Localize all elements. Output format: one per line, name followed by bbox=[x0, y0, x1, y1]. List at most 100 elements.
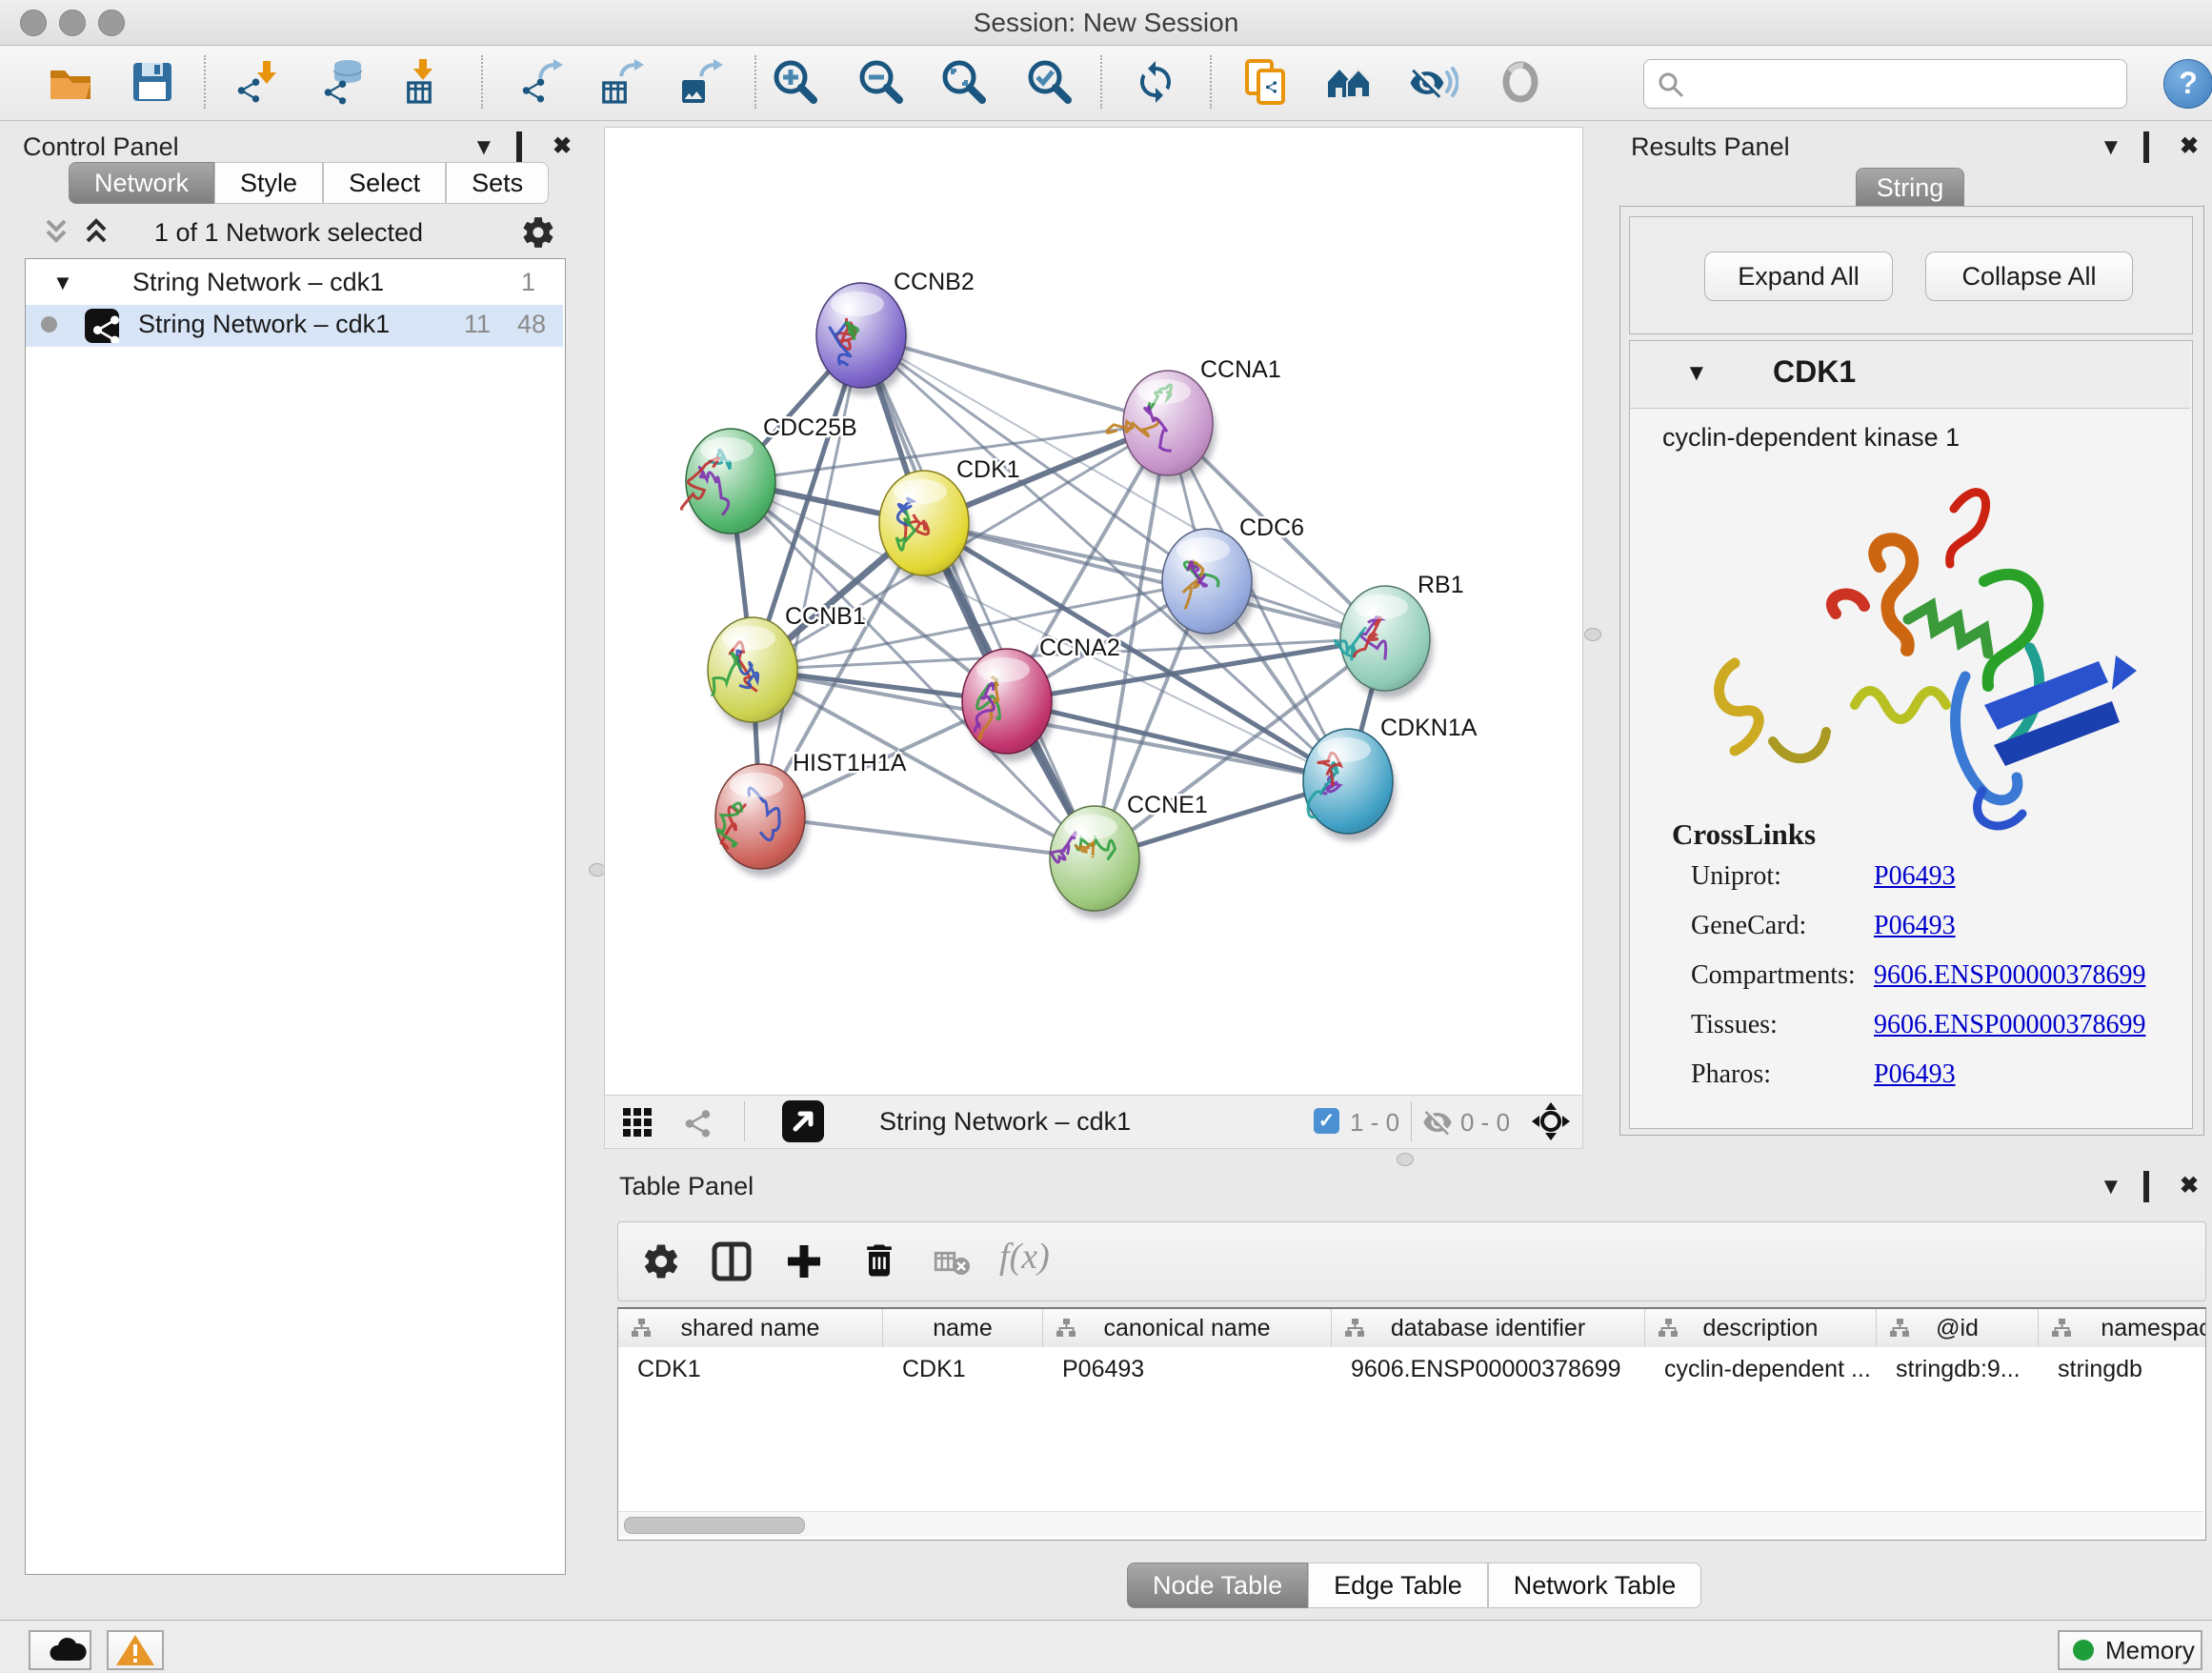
scrollbar-thumb[interactable] bbox=[624, 1517, 805, 1534]
network-node-CCNA1[interactable]: CCNA1 bbox=[1107, 356, 1281, 483]
network-share-icon[interactable] bbox=[679, 1105, 712, 1138]
network-row-selected[interactable]: String Network – cdk1 11 48 bbox=[26, 305, 563, 347]
toolbar-separator bbox=[754, 55, 756, 109]
crosslink-value-link[interactable]: P06493 bbox=[1874, 1059, 1956, 1090]
search-input[interactable] bbox=[1694, 64, 2117, 104]
show-columns-icon[interactable] bbox=[712, 1241, 752, 1281]
crosslink-label: GeneCard: bbox=[1691, 911, 1806, 940]
crosslink-row: Pharos:P06493 bbox=[1691, 1059, 2186, 1090]
zoom-out-button[interactable] bbox=[856, 57, 906, 107]
table-panel-close-button[interactable]: ✖ bbox=[2180, 1172, 2199, 1199]
detach-view-button[interactable] bbox=[782, 1100, 824, 1142]
fit-content-crosshair-icon[interactable] bbox=[1531, 1101, 1571, 1141]
entry-collapse-arrow-icon[interactable]: ▼ bbox=[1685, 360, 1708, 387]
collapse-all-button[interactable]: Collapse All bbox=[1925, 252, 2133, 301]
control-panel-float-button[interactable]: ▼ bbox=[473, 134, 495, 161]
crosslink-value-link[interactable]: 9606.ENSP00000378699 bbox=[1874, 960, 2145, 991]
tab-node-table[interactable]: Node Table bbox=[1127, 1562, 1308, 1608]
network-options-gear-icon[interactable] bbox=[520, 214, 556, 251]
tab-network[interactable]: Network bbox=[69, 162, 214, 204]
network-edge-CCNB2-HIST1H1A[interactable] bbox=[760, 335, 861, 816]
network-edge-CCNB2-CCNE1[interactable] bbox=[861, 335, 1095, 858]
network-edge-CCNA2-CDKN1A[interactable] bbox=[1007, 701, 1348, 781]
expand-all-button[interactable]: Expand All bbox=[1704, 252, 1893, 301]
zoom-selected-button[interactable] bbox=[1025, 57, 1075, 107]
results-panel-maximize-button[interactable] bbox=[2143, 134, 2149, 161]
add-column-plus-icon[interactable] bbox=[784, 1241, 824, 1281]
selected-checkbox-icon[interactable]: ✓ bbox=[1314, 1108, 1339, 1134]
network-canvas[interactable]: CCNB2CCNA1CDC25BCDK1CDC6RB1CCNB1CCNA2CDK… bbox=[604, 127, 1583, 1096]
network-node-CCNB2[interactable]: CCNB2 bbox=[816, 269, 975, 395]
table-cell[interactable]: 9606.ENSP00000378699 bbox=[1332, 1348, 1645, 1390]
export-table-button[interactable] bbox=[596, 57, 646, 107]
network-collection-row[interactable]: ▼ String Network – cdk1 1 bbox=[26, 263, 563, 305]
table-cell[interactable]: P06493 bbox=[1043, 1348, 1332, 1390]
column-header-name[interactable]: name bbox=[883, 1309, 1043, 1347]
apply-layout-button[interactable] bbox=[1131, 57, 1180, 107]
show-all-networks-button[interactable] bbox=[1324, 57, 1374, 107]
table-panel-maximize-button[interactable] bbox=[2143, 1174, 2149, 1200]
column-label: @id bbox=[1936, 1315, 1979, 1341]
cloud-button[interactable] bbox=[29, 1630, 91, 1670]
crosslink-value-link[interactable]: P06493 bbox=[1874, 911, 1956, 941]
import-table-file-button[interactable] bbox=[397, 57, 447, 107]
table-cell[interactable]: cyclin-dependent ... bbox=[1645, 1348, 1877, 1390]
network-node-CDKN1A[interactable]: CDKN1A bbox=[1303, 715, 1478, 841]
save-session-button[interactable] bbox=[128, 57, 177, 107]
column-header-canonical-name[interactable]: canonical name bbox=[1043, 1309, 1332, 1347]
table-cell[interactable]: stringdb:9... bbox=[1877, 1348, 2039, 1390]
birds-eye-grid-icon[interactable] bbox=[622, 1107, 653, 1138]
network-node-CDK1[interactable]: CDK1 bbox=[879, 456, 1020, 583]
tab-string[interactable]: String bbox=[1856, 168, 1964, 208]
import-network-file-button[interactable] bbox=[231, 57, 280, 107]
column-label: name bbox=[933, 1315, 993, 1341]
column-label: shared name bbox=[681, 1315, 820, 1341]
zoom-in-button[interactable] bbox=[771, 57, 820, 107]
column-header-description[interactable]: description bbox=[1645, 1309, 1877, 1347]
tab-style[interactable]: Style bbox=[214, 162, 323, 204]
tab-sets[interactable]: Sets bbox=[446, 162, 549, 204]
gene-entry-header[interactable]: ▼ CDK1 bbox=[1630, 341, 2190, 409]
results-panel-close-button[interactable]: ✖ bbox=[2180, 132, 2199, 160]
clone-network-button[interactable] bbox=[1241, 57, 1291, 107]
delete-table-icon[interactable] bbox=[933, 1247, 971, 1278]
horizontal-splitter-handle[interactable] bbox=[1397, 1153, 1414, 1166]
zoom-fit-button[interactable] bbox=[939, 57, 989, 107]
control-panel-close-button[interactable]: ✖ bbox=[553, 132, 572, 160]
right-splitter-handle[interactable] bbox=[1584, 628, 1601, 641]
column-header-namespace[interactable]: namespace bbox=[2039, 1309, 2206, 1347]
tab-network-table[interactable]: Network Table bbox=[1488, 1562, 1702, 1608]
warnings-button[interactable] bbox=[107, 1630, 164, 1670]
graphics-details-button[interactable] bbox=[1496, 57, 1545, 107]
network-edge-CCNE1-HIST1H1A[interactable] bbox=[760, 816, 1095, 858]
network-node-CDC6[interactable]: CDC6 bbox=[1162, 514, 1304, 641]
tab-edge-table[interactable]: Edge Table bbox=[1308, 1562, 1488, 1608]
delete-column-trash-icon[interactable] bbox=[858, 1240, 900, 1281]
tab-select[interactable]: Select bbox=[323, 162, 446, 204]
memory-button[interactable]: Memory bbox=[2058, 1630, 2202, 1670]
column-header-database-identifier[interactable]: database identifier bbox=[1332, 1309, 1645, 1347]
window-title: Session: New Session bbox=[0, 8, 2212, 38]
crosslink-value-link[interactable]: 9606.ENSP00000378699 bbox=[1874, 1010, 2145, 1040]
network-node-HIST1H1A[interactable]: HIST1H1A bbox=[715, 750, 907, 877]
open-session-button[interactable] bbox=[46, 57, 95, 107]
table-panel-float-button[interactable]: ▼ bbox=[2100, 1174, 2122, 1200]
table-options-gear-icon[interactable] bbox=[641, 1241, 681, 1281]
column-header-shared-name[interactable]: shared name bbox=[618, 1309, 883, 1347]
results-panel-float-button[interactable]: ▼ bbox=[2100, 134, 2122, 161]
table-cell[interactable]: stringdb bbox=[2039, 1348, 2206, 1390]
export-network-button[interactable] bbox=[515, 57, 565, 107]
hide-details-button[interactable] bbox=[1409, 57, 1458, 107]
network-edge-CDK1-RB1[interactable] bbox=[924, 523, 1385, 638]
import-network-database-button[interactable] bbox=[319, 57, 369, 107]
column-header-@id[interactable]: @id bbox=[1877, 1309, 2039, 1347]
export-image-button[interactable] bbox=[674, 57, 724, 107]
function-builder-icon[interactable]: f(x) bbox=[999, 1236, 1050, 1278]
crosslink-value-link[interactable]: P06493 bbox=[1874, 861, 1956, 892]
network-node-RB1[interactable]: RB1 bbox=[1336, 572, 1464, 698]
table-cell[interactable]: CDK1 bbox=[618, 1348, 883, 1390]
help-button[interactable]: ? bbox=[2163, 59, 2212, 109]
control-panel-maximize-button[interactable] bbox=[516, 134, 522, 161]
collection-expand-arrow-icon[interactable]: ▼ bbox=[52, 271, 73, 295]
table-cell[interactable]: CDK1 bbox=[883, 1348, 1043, 1390]
